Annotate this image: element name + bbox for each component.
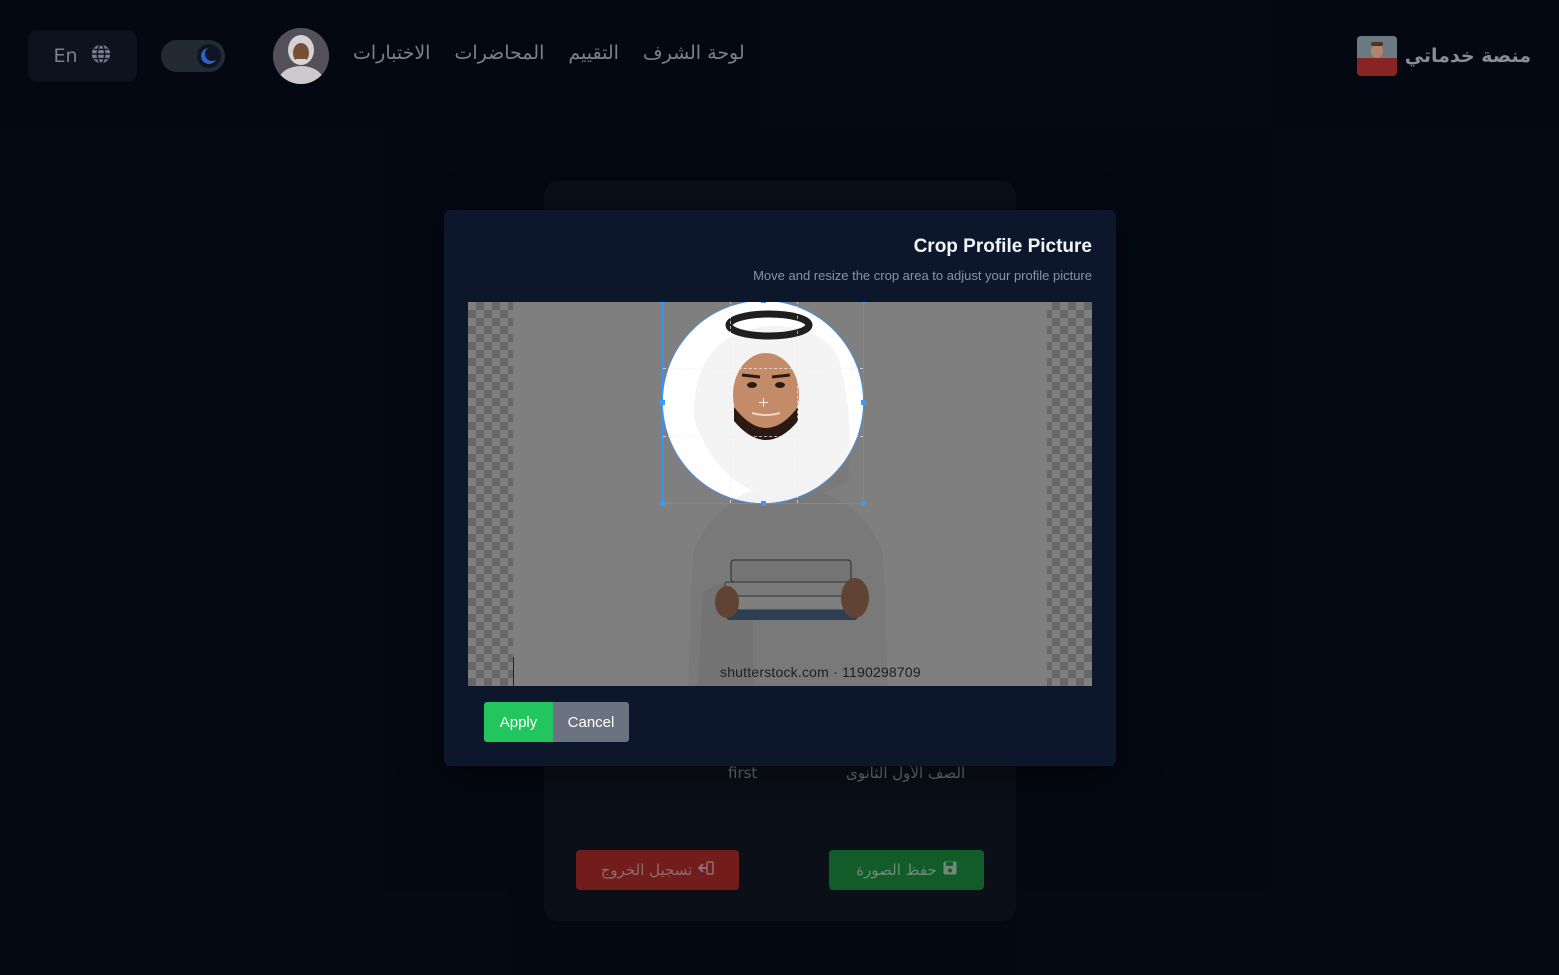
crop-guide-horizontal: [663, 368, 863, 369]
modal-subtitle: Move and resize the crop area to adjust …: [753, 268, 1092, 283]
resize-handle-right[interactable]: [861, 400, 866, 405]
crop-center-mark: [759, 398, 768, 407]
crop-guide-vertical: [730, 302, 731, 503]
resize-handle-left[interactable]: [660, 400, 665, 405]
crop-canvas[interactable]: shutterstock.com · 1190298709: [468, 302, 1092, 686]
resize-handle-bottom[interactable]: [761, 501, 766, 506]
resize-handle-top-right[interactable]: [861, 302, 866, 303]
photo-edge-line: [513, 657, 514, 686]
cancel-button[interactable]: Cancel: [553, 702, 629, 742]
modal-title: Crop Profile Picture: [913, 236, 1092, 257]
crop-selection[interactable]: [660, 302, 866, 506]
crop-modal: Crop Profile Picture Move and resize the…: [444, 210, 1116, 766]
crop-guide-vertical: [797, 302, 798, 503]
resize-handle-top[interactable]: [761, 302, 766, 303]
resize-handle-bottom-left[interactable]: [660, 501, 665, 506]
crop-guide-horizontal: [663, 436, 863, 437]
apply-button[interactable]: Apply: [484, 702, 553, 742]
resize-handle-top-left[interactable]: [660, 302, 665, 303]
resize-handle-bottom-right[interactable]: [861, 501, 866, 506]
